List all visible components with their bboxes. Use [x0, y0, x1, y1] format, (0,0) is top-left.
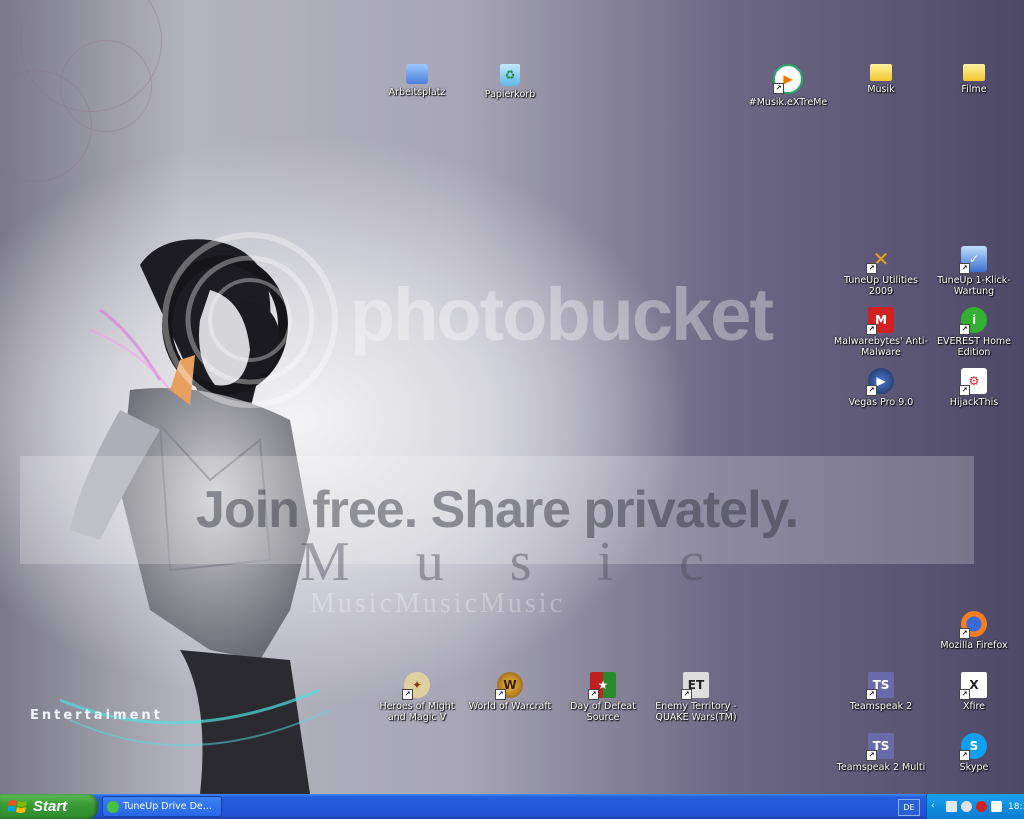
- desktop-icon-label: HijackThis: [949, 397, 999, 408]
- desktop-icon-label: Papierkorb: [484, 89, 536, 100]
- antivirus-icon[interactable]: [991, 801, 1002, 812]
- desktop-icon-malwarebytes[interactable]: M ↗ Malwarebytes' Anti-Malware: [834, 307, 928, 358]
- desktop-icon-teamspeak[interactable]: TS ↗ Teamspeak 2: [834, 672, 928, 712]
- media-player-icon: ▶ ↗: [773, 64, 803, 94]
- taskbar-item-tuneup-drive[interactable]: TuneUp Drive De...: [102, 796, 222, 817]
- desktop-icon-tuneup-utilities[interactable]: ✕ ↗ TuneUp Utilities 2009: [834, 246, 928, 298]
- teamspeak-icon: TS ↗: [866, 672, 894, 700]
- desktop-icon-label: TuneUp Utilities 2009: [843, 275, 918, 297]
- desktop-icon-vegas[interactable]: ▶ ↗ Vegas Pro 9.0: [834, 368, 928, 408]
- desktop-icon-hijackthis[interactable]: ⚙ ↗ HijackThis: [927, 368, 1021, 408]
- wallpaper-music-text: M u s i c: [300, 531, 730, 593]
- system-tray: ‹ 18:11: [926, 794, 1024, 819]
- tuneup-icon: ✕ ↗: [866, 246, 894, 274]
- desktop-icon-label: Mozilla Firefox: [940, 640, 1008, 651]
- desktop-icon-label: EVEREST Home Edition: [936, 336, 1011, 358]
- desktop: photobucket Join free. Share privately. …: [0, 0, 1024, 794]
- desktop-icon-label: Vegas Pro 9.0: [848, 397, 914, 408]
- dod-icon: ★ ↗: [588, 672, 616, 700]
- desktop-icon-day-of-defeat[interactable]: ★ ↗ Day of Defeat Source: [556, 672, 650, 723]
- tuneup-oneclick-icon: ✓ ↗: [959, 246, 987, 274]
- desktop-icon-label: Filme: [961, 84, 987, 95]
- teamspeak-icon: TS ↗: [866, 733, 894, 761]
- computer-icon: [406, 64, 428, 84]
- vegas-icon: ▶ ↗: [866, 368, 894, 396]
- desktop-icon-label: World of Warcraft: [468, 701, 552, 712]
- warcraft-icon: W ↗: [495, 672, 523, 700]
- clock[interactable]: 18:11: [1008, 802, 1024, 812]
- skype-icon: S ↗: [959, 733, 987, 761]
- volume-icon[interactable]: [961, 801, 972, 812]
- desktop-icon-papierkorb[interactable]: ♻ Papierkorb: [463, 64, 557, 100]
- hijackthis-icon: ⚙ ↗: [959, 368, 987, 396]
- desktop-icon-label: Arbeitsplatz: [388, 87, 446, 98]
- desktop-icon-everest[interactable]: i ↗ EVEREST Home Edition: [927, 307, 1021, 358]
- everest-icon: i ↗: [959, 307, 987, 335]
- desktop-icon-heroes[interactable]: ✦ ↗ Heroes of Might and Magic V: [370, 672, 464, 723]
- xfire-icon: X ↗: [959, 672, 987, 700]
- desktop-icon-label: #Musik.eXTreMe: [748, 97, 828, 108]
- desktop-icon-filme[interactable]: Filme: [927, 64, 1021, 95]
- desktop-icon-label: Day of Defeat Source: [570, 701, 636, 723]
- folder-icon: [870, 64, 892, 81]
- desktop-icon-firefox[interactable]: ↗ Mozilla Firefox: [927, 611, 1021, 651]
- malwarebytes-icon: M ↗: [866, 307, 894, 335]
- wallpaper-music-small-text: MusicMusicMusic: [310, 588, 565, 619]
- desktop-icon-label: Xfire: [962, 701, 986, 712]
- heroes-icon: ✦ ↗: [402, 672, 430, 700]
- taskbar-item-label: TuneUp Drive De...: [123, 801, 212, 812]
- tray-expand-icon[interactable]: ‹: [931, 801, 942, 812]
- network-icon[interactable]: [946, 801, 957, 812]
- desktop-icon-label: Skype: [959, 762, 989, 773]
- enemy-territory-icon: ET ↗: [681, 672, 709, 700]
- start-label: Start: [33, 798, 68, 815]
- desktop-icon-label: Enemy Territory - QUAKE Wars(TM): [655, 701, 737, 723]
- recycle-bin-icon: ♻: [500, 64, 520, 86]
- security-icon[interactable]: [976, 801, 987, 812]
- desktop-icon-musik-extreme[interactable]: ▶ ↗ #Musik.eXTreMe: [741, 64, 835, 108]
- desktop-icon-label: Musik: [867, 84, 895, 95]
- desktop-icon-tuneup-1klick[interactable]: ✓ ↗ TuneUp 1-Klick-Wartung: [927, 246, 1021, 297]
- desktop-icon-xfire[interactable]: X ↗ Xfire: [927, 672, 1021, 712]
- desktop-icon-label: Teamspeak 2: [849, 701, 913, 712]
- desktop-icon-label: Malwarebytes' Anti-Malware: [834, 336, 928, 358]
- windows-logo-icon: [8, 799, 27, 813]
- firefox-icon: ↗: [959, 611, 987, 639]
- wallpaper-entertainment-text: Entertaiment: [30, 708, 163, 723]
- desktop-icon-musik[interactable]: Musik: [834, 64, 928, 95]
- tuneup-drive-icon: [107, 800, 119, 813]
- desktop-icon-arbeitsplatz[interactable]: Arbeitsplatz: [370, 64, 464, 98]
- watermark-photobucket: photobucket: [350, 273, 774, 356]
- desktop-icon-label: Teamspeak 2 Multi: [836, 762, 926, 773]
- folder-icon: [963, 64, 985, 81]
- desktop-icon-teamspeak-multi[interactable]: TS ↗ Teamspeak 2 Multi: [834, 733, 928, 773]
- desktop-icon-warcraft[interactable]: W ↗ World of Warcraft: [463, 672, 557, 712]
- desktop-icon-enemy-territory[interactable]: ET ↗ Enemy Territory - QUAKE Wars(TM): [649, 672, 743, 723]
- desktop-icon-label: TuneUp 1-Klick-Wartung: [937, 275, 1011, 297]
- desktop-icon-label: Heroes of Might and Magic V: [379, 701, 455, 723]
- taskbar: Start TuneUp Drive De... DE ‹ 18:11: [0, 794, 1024, 819]
- start-button[interactable]: Start: [0, 794, 98, 819]
- desktop-icon-skype[interactable]: S ↗ Skype: [927, 733, 1021, 773]
- language-indicator[interactable]: DE: [898, 799, 920, 816]
